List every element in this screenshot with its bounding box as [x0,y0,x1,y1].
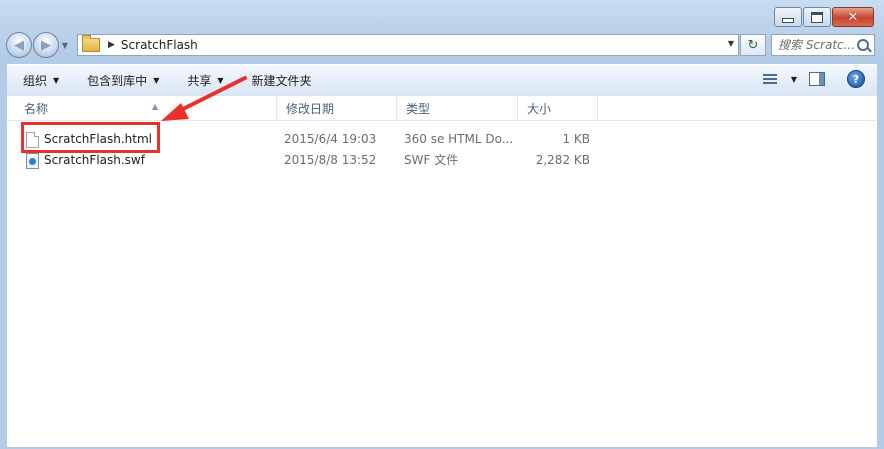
file-row-swf[interactable]: ScratchFlash.swf 2015/8/8 13:52 SWF 文件 2… [7,150,607,170]
address-dropdown-icon[interactable]: ▼ [728,39,734,48]
share-menu[interactable]: 共享 ▼ [171,72,235,89]
forward-button[interactable]: ▶ [33,32,59,58]
new-folder-label: 新建文件夹 [251,74,312,88]
breadcrumb-separator-icon[interactable]: ▶ [108,40,115,50]
search-box[interactable] [771,34,875,56]
refresh-button[interactable]: ↻ [740,34,766,56]
new-folder-button[interactable]: 新建文件夹 [236,72,324,89]
column-modified[interactable]: 修改日期 [277,96,397,120]
file-type: 360 se HTML Do... [404,132,514,146]
file-type: SWF 文件 [404,153,459,167]
file-size: 1 KB [562,132,590,146]
column-header: 名称 ▲ 修改日期 类型 大小 [7,96,877,121]
column-type-label: 类型 [406,102,431,116]
minimize-button[interactable] [774,7,802,27]
swf-file-icon [26,153,39,169]
column-modified-label: 修改日期 [286,102,335,116]
search-input[interactable] [778,38,854,52]
organize-menu[interactable]: 组织 ▼ [7,72,71,89]
maximize-button[interactable] [803,7,831,27]
breadcrumb-scratchflash[interactable]: ScratchFlash [121,38,198,52]
column-type[interactable]: 类型 [397,96,518,120]
back-arrow-icon: ◀ [14,37,24,53]
file-modified: 2015/8/8 13:52 [284,153,377,167]
command-bar: 组织 ▼ 包含到库中 ▼ 共享 ▼ 新建文件夹 ▼ ? [7,64,877,97]
refresh-icon: ↻ [747,37,759,53]
column-name-label: 名称 [24,102,49,116]
minimize-icon [782,17,794,23]
file-size: 2,282 KB [535,153,590,167]
column-size[interactable]: 大小 [518,96,598,120]
file-modified: 2015/6/4 19:03 [284,132,377,146]
chevron-down-icon: ▼ [217,76,224,85]
help-icon[interactable]: ? [847,70,865,88]
navigation-buttons: ◀ ▶ ▼ [6,32,70,58]
view-options-dropdown[interactable]: ▼ [791,75,797,84]
file-name[interactable]: ScratchFlash.swf [44,150,145,170]
organize-label: 组织 [23,74,48,88]
back-button[interactable]: ◀ [6,32,32,58]
address-bar[interactable]: ▶ ScratchFlash ▼ [77,34,739,56]
preview-pane-icon[interactable] [809,72,825,86]
maximize-icon [811,11,823,23]
forward-arrow-icon: ▶ [41,37,51,53]
close-button[interactable]: ✕ [832,7,874,27]
chevron-down-icon: ▼ [153,76,160,85]
include-in-library-menu[interactable]: 包含到库中 ▼ [71,72,171,89]
caption-buttons: ✕ [773,7,874,27]
change-view-icon[interactable] [762,73,777,85]
search-icon[interactable] [857,39,869,51]
column-size-label: 大小 [527,102,552,116]
recent-pages-dropdown[interactable]: ▼ [60,41,70,50]
folder-icon [82,35,100,52]
column-name[interactable]: 名称 ▲ [15,96,277,120]
chevron-down-icon: ▼ [53,76,60,85]
share-label: 共享 [187,74,212,88]
highlight-annotation-box [21,122,160,153]
include-library-label: 包含到库中 [87,74,148,88]
close-icon: ✕ [847,9,859,25]
sort-ascending-icon: ▲ [152,102,159,111]
